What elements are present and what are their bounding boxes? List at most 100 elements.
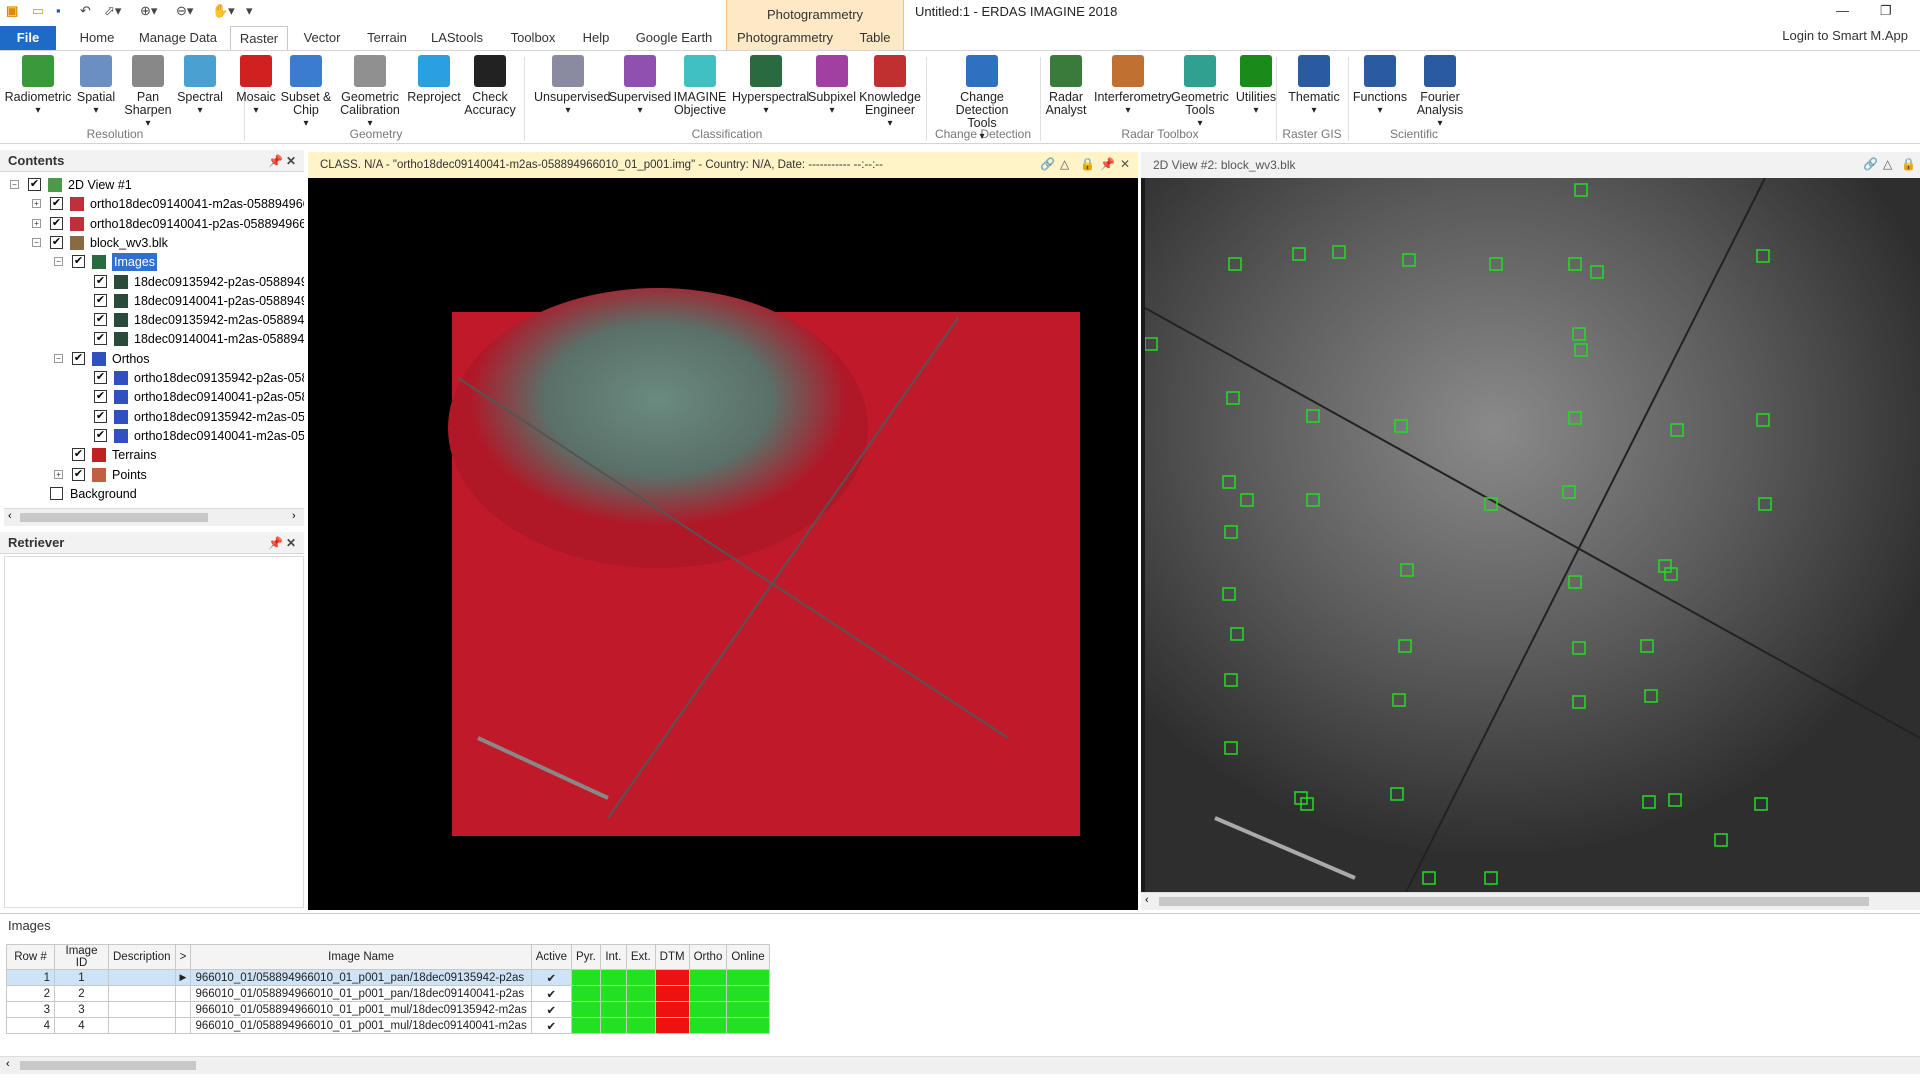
layer-checkbox[interactable]: ✔ [94, 390, 107, 404]
layer-checkbox[interactable]: ✔ [94, 332, 107, 346]
tree-item[interactable]: + ✔ Points [4, 466, 304, 484]
link-icon[interactable]: 🔗 [1040, 157, 1055, 171]
tree-item[interactable]: Background [4, 485, 304, 503]
close-icon[interactable]: ✕ [286, 532, 296, 554]
subset-chip-button[interactable]: Subset & Chip ▾ [272, 55, 340, 130]
tab-terrain[interactable]: Terrain [360, 26, 414, 50]
online-status-cell[interactable] [726, 1001, 770, 1018]
layer-checkbox[interactable]: ✔ [94, 371, 107, 384]
layer-checkbox[interactable]: ✔ [72, 351, 85, 365]
contents-hscrollbar[interactable]: ‹ › [4, 508, 304, 526]
thematic-button[interactable]: Thematic ▾ [1280, 55, 1348, 117]
column-header[interactable]: > [174, 944, 192, 970]
view-2-hscrollbar[interactable]: ‹ [1141, 892, 1920, 910]
dropdown-arrow-icon[interactable]: ▾ [1406, 117, 1474, 130]
image-id-cell[interactable]: 2 [54, 985, 109, 1002]
collapse-icon[interactable]: − [54, 257, 63, 267]
zoom-in-icon[interactable]: ⊕▾ [140, 3, 157, 19]
column-header[interactable]: Int. [599, 944, 627, 970]
table-row[interactable]: 2 2 966010_01/058894966010_01_p001_pan/18d… [6, 985, 770, 1002]
image-name-cell[interactable]: 966010_01/058894966010_01_p001_mul/18dec… [190, 1001, 532, 1018]
pin-icon[interactable]: 📌 [1100, 157, 1115, 171]
active-checkbox[interactable]: ✔ [530, 985, 573, 1002]
dtm-status-cell[interactable] [654, 1001, 690, 1018]
ext-status-cell[interactable] [625, 1017, 656, 1034]
scroll-left-icon[interactable]: ‹ [1145, 894, 1149, 906]
hyperspectral-button[interactable]: Hyperspectral ▾ [732, 55, 809, 117]
dropdown-arrow-icon[interactable]: ▾ [1094, 104, 1162, 117]
scroll-right-icon[interactable]: › [292, 510, 296, 522]
row-number-cell[interactable]: 4 [6, 1017, 55, 1034]
description-cell[interactable] [108, 985, 176, 1002]
column-header[interactable]: Description [108, 944, 176, 970]
dropdown-arrow-icon[interactable]: ▾ [606, 104, 674, 117]
column-header[interactable]: Ext. [625, 944, 656, 970]
block-image-canvas[interactable] [1145, 178, 1920, 894]
column-header[interactable]: Ortho [688, 944, 728, 970]
tree-item[interactable]: ✔ 18dec09140041-m2as-05889496 [4, 330, 304, 348]
tab-google-earth[interactable]: Google Earth [632, 26, 716, 50]
row-number-cell[interactable]: 2 [6, 985, 55, 1002]
dropdown-arrow-icon[interactable]: ▾ [732, 104, 800, 117]
layer-checkbox[interactable]: ✔ [50, 235, 63, 249]
active-checkbox[interactable]: ✔ [530, 969, 573, 986]
row-number-cell[interactable]: 3 [6, 1001, 55, 1018]
layer-checkbox[interactable]: ✔ [94, 428, 107, 442]
pan-icon[interactable]: ✋▾ [212, 3, 235, 19]
dtm-status-cell[interactable] [654, 969, 690, 986]
column-header[interactable]: Pyr. [571, 944, 601, 970]
check-accuracy-button[interactable]: Check Accuracy [456, 55, 524, 117]
row-number-cell[interactable]: 1 [6, 969, 55, 986]
tab-table[interactable]: Table [852, 26, 898, 50]
undo-icon[interactable]: ↶ [80, 3, 91, 19]
int-status-cell[interactable] [599, 969, 627, 986]
active-checkbox[interactable]: ✔ [530, 1001, 573, 1018]
table-row[interactable]: 4 4 966010_01/058894966010_01_p001_mul/18d… [6, 1017, 770, 1034]
expand-icon[interactable]: + [32, 199, 41, 209]
layer-checkbox[interactable]: ✔ [72, 448, 85, 462]
column-header[interactable]: Row # [6, 944, 55, 970]
description-cell[interactable] [108, 1001, 176, 1018]
functions-button[interactable]: Functions ▾ [1346, 55, 1414, 117]
warning-icon[interactable]: △ [1883, 157, 1892, 171]
layer-checkbox[interactable]: ✔ [94, 293, 107, 307]
layer-checkbox[interactable]: ✔ [72, 467, 85, 481]
ortho-image-canvas[interactable] [308, 178, 1138, 910]
login-link[interactable]: Login to Smart M.App [1782, 28, 1908, 43]
column-header[interactable]: Image Name [190, 944, 532, 970]
scroll-left-icon[interactable]: ‹ [6, 1058, 10, 1070]
pyr-status-cell[interactable] [571, 969, 601, 986]
dropdown-arrow-icon[interactable]: ▾ [114, 117, 182, 130]
dtm-status-cell[interactable] [654, 985, 690, 1002]
dropdown-arrow-icon[interactable]: ▾ [1280, 104, 1348, 117]
tree-item[interactable]: + ✔ ortho18dec09140041-p2as-0588949660 [4, 215, 304, 233]
description-cell[interactable] [108, 969, 176, 986]
layer-checkbox[interactable] [50, 486, 63, 500]
open-icon[interactable]: ▭ [32, 3, 44, 19]
save-icon[interactable]: ▪ [56, 3, 61, 18]
image-id-cell[interactable]: 1 [54, 969, 109, 986]
ext-status-cell[interactable] [625, 969, 656, 986]
select-icon[interactable]: ⬀▾ [104, 3, 121, 19]
ext-status-cell[interactable] [625, 1001, 656, 1018]
dtm-status-cell[interactable] [654, 1017, 690, 1034]
lock-icon[interactable]: 🔒 [1080, 157, 1095, 171]
image-id-cell[interactable]: 4 [54, 1017, 109, 1034]
fourier-analysis-button[interactable]: Fourier Analysis ▾ [1406, 55, 1474, 130]
interferometry-button[interactable]: Interferometry ▾ [1094, 55, 1172, 117]
radar-analyst-button[interactable]: Radar Analyst [1032, 55, 1100, 117]
table-row[interactable]: 1 1 ▶ 966010_01/058894966010_01_p001_pan/18… [6, 969, 770, 986]
pin-icon[interactable]: 📌 [268, 532, 283, 554]
int-status-cell[interactable] [599, 985, 627, 1002]
ortho-status-cell[interactable] [688, 1001, 728, 1018]
tab-toolbox[interactable]: Toolbox [500, 26, 566, 50]
dropdown-arrow-icon[interactable]: ▾ [336, 117, 404, 130]
dropdown-arrow-icon[interactable]: ▾ [948, 130, 1016, 143]
expand-icon[interactable]: + [32, 218, 41, 228]
customize-icon[interactable]: ▾ [246, 3, 253, 19]
tree-item[interactable]: ✔ 18dec09135942-m2as-05889496 [4, 311, 304, 329]
image-name-cell[interactable]: 966010_01/058894966010_01_p001_pan/18dec… [190, 985, 532, 1002]
tree-item[interactable]: ✔ Terrains [4, 446, 304, 464]
supervised-button[interactable]: Supervised ▾ [606, 55, 674, 117]
dropdown-arrow-icon[interactable]: ▾ [1346, 104, 1414, 117]
